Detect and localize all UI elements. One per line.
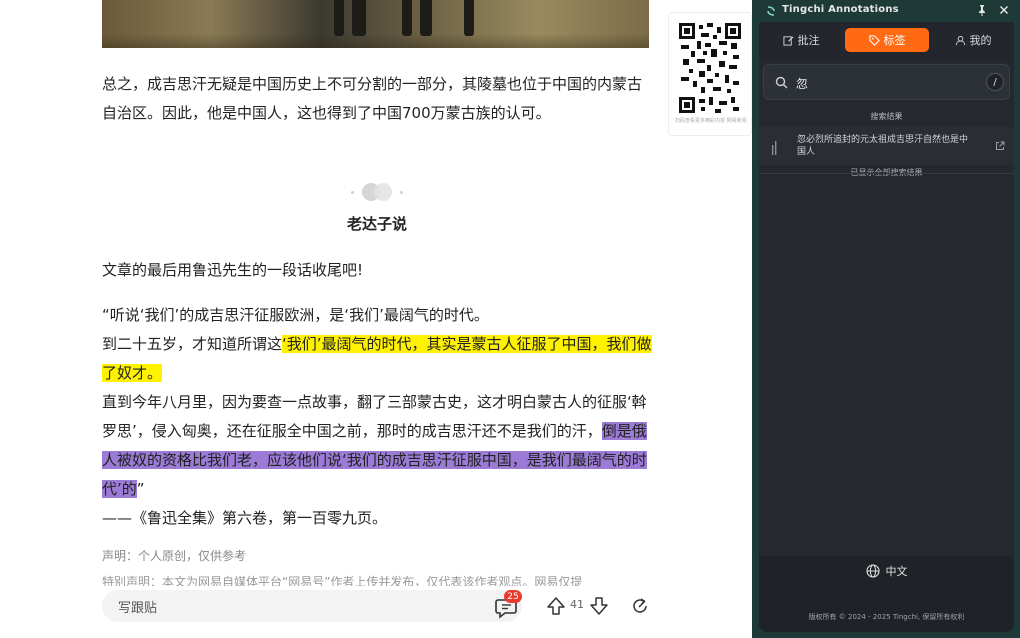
article-bottom-bar: 写跟贴 25 41 bbox=[102, 590, 652, 624]
tab-tags[interactable]: 标签 bbox=[845, 28, 929, 52]
globe-icon bbox=[865, 564, 880, 578]
pin-icon[interactable] bbox=[976, 4, 988, 16]
language-selector[interactable]: 中文 bbox=[759, 556, 1014, 586]
quote-close: ” bbox=[136, 480, 145, 498]
tab-label: 我的 bbox=[969, 34, 992, 47]
quote-line: 直到今年八月里，因为要查一点故事，翻了三部蒙古史，这才明白蒙古人的征服‘斡罗思’… bbox=[102, 393, 647, 440]
panel-tabs: 批注 标签 我的 bbox=[759, 22, 1014, 60]
section-heading: 老达子说 bbox=[346, 215, 407, 233]
article-area: 总之，成吉思汗无疑是中国历史上不可分割的一部分，其陵墓也位于中国的内蒙古自治区。… bbox=[0, 0, 752, 638]
search-box: / bbox=[763, 64, 1010, 100]
result-marker-icon bbox=[772, 141, 777, 155]
search-input[interactable] bbox=[794, 73, 978, 93]
vote-count: 41 bbox=[570, 598, 584, 611]
edit-icon bbox=[782, 35, 793, 46]
special-notice: 特别声明：本文为网易自媒体平台“网易号”作者上传并发布，仅代表该作者观点。网易仅… bbox=[102, 575, 583, 586]
result-text: 忽必烈所追封的元太祖成吉思汗自然也是中国人 bbox=[797, 135, 969, 157]
search-icon bbox=[775, 76, 788, 89]
downvote-icon[interactable] bbox=[589, 596, 609, 616]
tab-label: 标签 bbox=[883, 34, 906, 47]
article-hero-image bbox=[102, 0, 649, 48]
tab-annotations[interactable]: 批注 bbox=[759, 28, 843, 52]
tingchi-logo-icon bbox=[767, 6, 775, 16]
divider bbox=[759, 173, 1014, 174]
qr-caption: 扫码查看更多精彩内容 网易新闻APP bbox=[675, 118, 747, 124]
qr-code-card[interactable]: 扫码查看更多精彩内容 网易新闻APP bbox=[668, 12, 752, 136]
article-paragraph: 总之，成吉思汗无疑是中国历史上不可分割的一部分，其陵墓也位于中国的内蒙古自治区。… bbox=[102, 75, 643, 122]
qr-code-image bbox=[679, 23, 741, 113]
close-icon[interactable] bbox=[998, 4, 1010, 16]
quote-source: ——《鲁迅全集》第六卷，第一百零九页。 bbox=[102, 509, 388, 527]
reply-placeholder: 写跟贴 bbox=[118, 600, 158, 616]
share-icon[interactable] bbox=[630, 596, 650, 616]
tab-mine[interactable]: 我的 bbox=[931, 28, 1014, 52]
quote-block: “听说‘我们’的成吉思汗征服欧洲，是‘我们’最阔气的时代。 到二十五岁，才知道所谓… bbox=[102, 301, 652, 533]
annotations-panel: Tingchi Annotations 批注 标签 我的 忽 / 搜索结果 忽必… bbox=[759, 0, 1014, 632]
tab-label: 批注 bbox=[797, 34, 820, 47]
user-icon bbox=[955, 35, 965, 45]
section-divider bbox=[342, 183, 412, 201]
declaration: 声明：个人原创，仅供参考 bbox=[102, 549, 247, 563]
panel-titlebar: Tingchi Annotations bbox=[759, 0, 1014, 22]
copyright: 版权所有 © 2024 - 2025 Tingchi, 保留所有权利 bbox=[808, 613, 965, 621]
upvote-icon[interactable] bbox=[546, 596, 566, 616]
quote-line: “听说‘我们’的成吉思汗征服欧洲，是‘我们’最阔气的时代。 bbox=[102, 306, 489, 324]
quote-line: 到二十五岁，才知道所谓这 bbox=[102, 335, 283, 353]
panel-title: Tingchi Annotations bbox=[782, 4, 899, 15]
comment-count-badge: 25 bbox=[504, 590, 522, 603]
shortcut-key[interactable]: / bbox=[986, 73, 1004, 91]
search-result-item[interactable]: 忽必烈所追封的元太祖成吉思汗自然也是中国人 bbox=[759, 127, 1014, 165]
panel-footer bbox=[759, 586, 1014, 632]
reply-input[interactable]: 写跟贴 bbox=[102, 590, 522, 622]
tag-icon bbox=[868, 34, 880, 46]
language-label: 中文 bbox=[885, 565, 908, 578]
open-external-icon[interactable] bbox=[995, 141, 1005, 151]
article-paragraph: 文章的最后用鲁迅先生的一段话收尾吧! bbox=[102, 261, 364, 279]
results-title: 搜索结果 bbox=[870, 112, 903, 121]
